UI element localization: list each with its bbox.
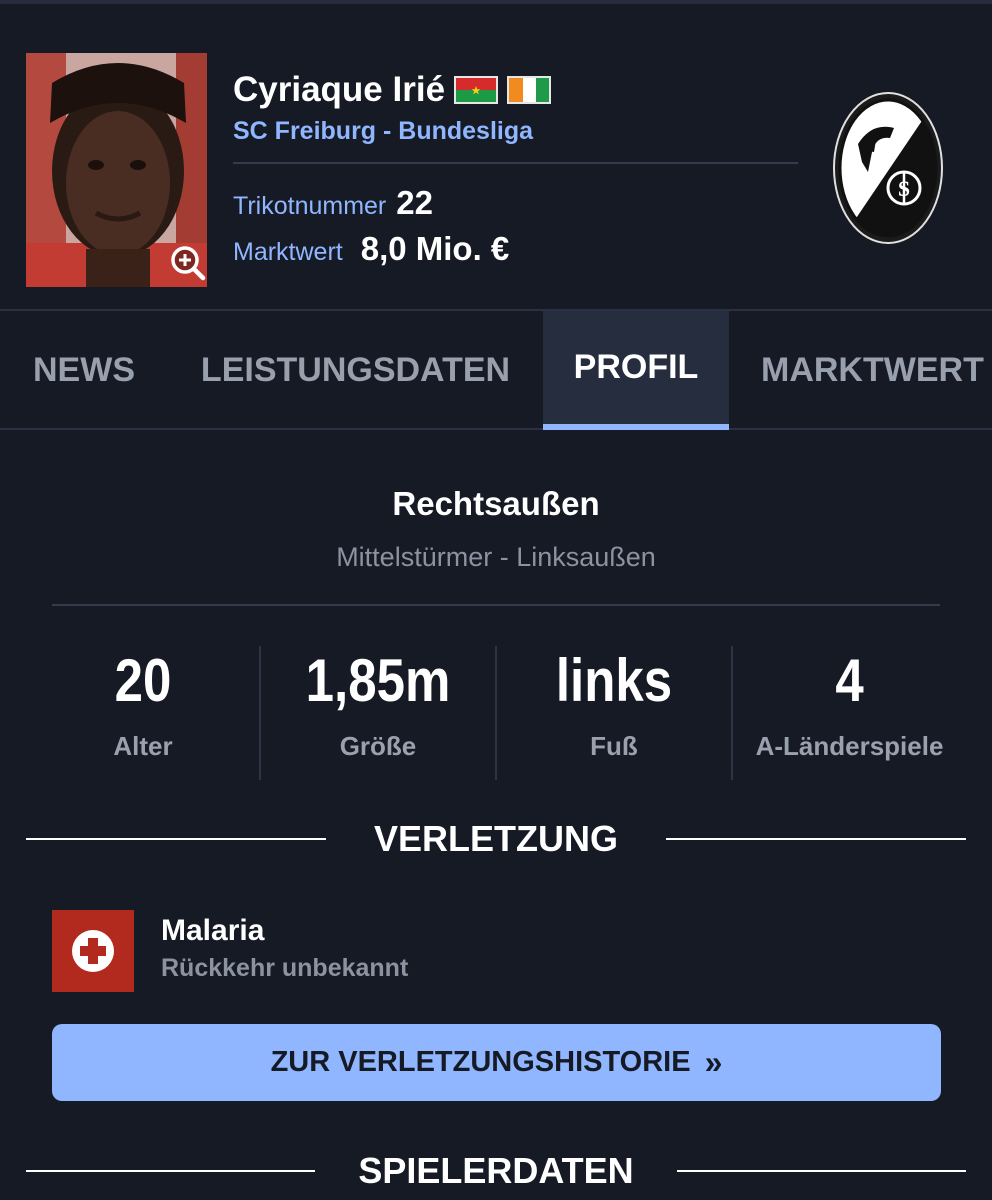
double-chevron-right-icon: » — [704, 1044, 723, 1080]
top-border — [0, 0, 992, 4]
market-value-row[interactable]: Marktwert 8,0 Mio. € — [233, 230, 509, 268]
injury-title: Malaria — [161, 914, 265, 947]
jersey-number: 22 — [396, 184, 433, 221]
jersey-label: Trikotnummer — [233, 192, 387, 220]
stat-foot-label: Fuß — [590, 731, 638, 761]
main-position: Rechtsaußen — [392, 485, 600, 522]
burkina-faso-flag — [454, 76, 499, 104]
stat-caps: 4 A-Länderspiele — [733, 646, 966, 780]
header-divider — [233, 162, 798, 164]
zoom-icon[interactable] — [170, 245, 206, 281]
tab-profil[interactable]: PROFIL — [543, 311, 729, 430]
position-divider — [52, 604, 940, 606]
tab-leistungsdaten[interactable]: LEISTUNGSDATEN — [168, 311, 543, 430]
injury-section-heading: VERLETZUNG — [0, 814, 992, 864]
heading-rule-right — [666, 838, 966, 840]
stat-height-value: 1,85m — [305, 647, 451, 714]
stat-height-label: Größe — [339, 731, 417, 761]
tab-marktwert[interactable]: MARKTWERT — [729, 311, 992, 430]
ivory-coast-flag — [507, 76, 552, 104]
stat-caps-label: A-Länderspiele — [755, 731, 944, 761]
injury-status: Rückkehr unbekannt — [161, 954, 409, 982]
sc-freiburg-crest[interactable]: S — [832, 92, 944, 248]
secondary-positions: Mittelstürmer - Linksaußen — [336, 542, 656, 572]
player-name: Cyriaque Irié — [233, 70, 446, 109]
market-value-label: Marktwert — [233, 238, 343, 266]
stat-age: 20 Alter — [26, 646, 260, 780]
market-value: 8,0 Mio. € — [360, 230, 510, 267]
injury-icon — [52, 910, 134, 992]
player-name-row: Cyriaque Irié — [233, 68, 552, 112]
player-data-section-heading: SPIELERDATEN — [0, 1146, 992, 1196]
jersey-number-row: Trikotnummer 22 — [233, 184, 433, 222]
injury-history-button[interactable]: ZUR VERLETZUNGSHISTORIE » — [52, 1024, 941, 1101]
stat-foot: links Fuß — [497, 646, 731, 780]
tab-news[interactable]: NEWS — [0, 311, 168, 430]
injury-history-label: ZUR VERLETZUNGSHISTORIE — [270, 1046, 691, 1078]
stat-age-value: 20 — [114, 647, 172, 714]
heading-rule-right — [677, 1170, 966, 1172]
medical-cross-icon — [72, 930, 114, 972]
stat-foot-value: links — [555, 647, 673, 714]
club-league-link[interactable]: SC Freiburg - Bundesliga — [233, 117, 533, 146]
stat-age-label: Alter — [113, 731, 173, 761]
stat-caps-value: 4 — [835, 647, 864, 714]
stat-height: 1,85m Größe — [261, 646, 495, 780]
profile-tabs: NEWS LEISTUNGSDATEN PROFIL MARKTWERT — [0, 309, 992, 430]
